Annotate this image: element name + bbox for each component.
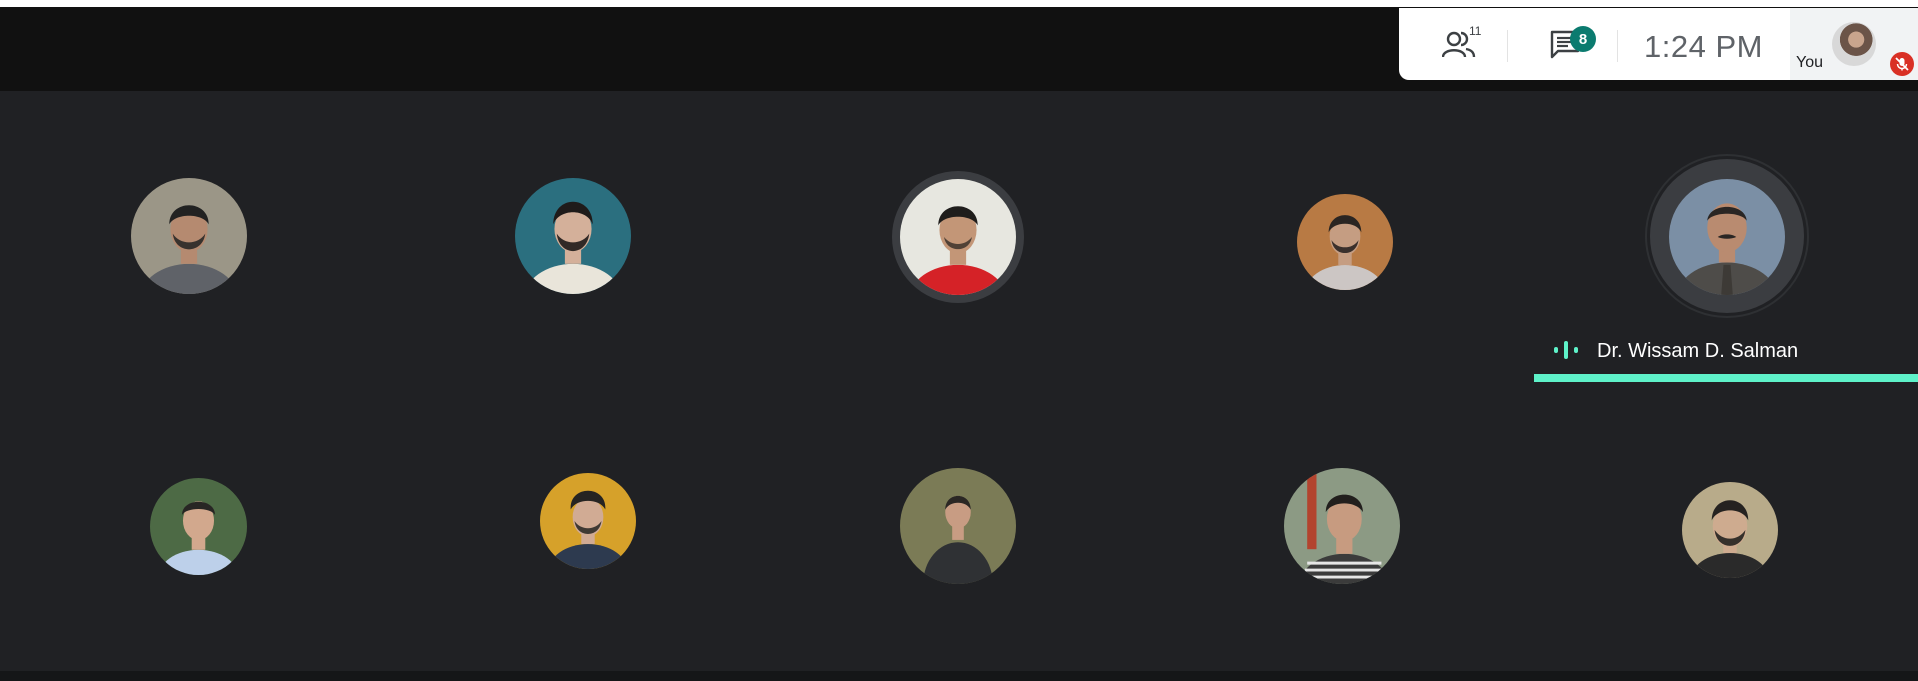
participant-avatar[interactable]: [1297, 194, 1393, 290]
participant-avatar[interactable]: [540, 473, 636, 569]
bottom-bar: [0, 671, 1918, 681]
participant-photo: [540, 473, 636, 569]
header-divider: [1507, 30, 1508, 62]
self-label: You: [1796, 54, 1823, 71]
header-divider: [1617, 30, 1618, 62]
participant-avatar[interactable]: [900, 468, 1016, 584]
chat-button[interactable]: 8: [1535, 22, 1596, 66]
participant-avatar[interactable]: [150, 478, 247, 575]
participant-avatar[interactable]: [1284, 468, 1400, 584]
participant-photo: [515, 178, 631, 294]
participant-photo: [1297, 194, 1393, 290]
top-strip: [0, 0, 1918, 7]
participant-photo: [1669, 179, 1785, 295]
chat-unread-badge: 8: [1570, 26, 1596, 52]
self-mic-status: [1890, 52, 1914, 76]
meeting-clock: 1:24 PM: [1644, 29, 1763, 64]
speaking-indicator-icon: [1554, 341, 1578, 359]
participant-avatar[interactable]: [1682, 482, 1778, 578]
participant-photo: [1284, 468, 1400, 584]
active-speaker-avatar[interactable]: [1669, 179, 1785, 295]
self-avatar: [1832, 22, 1876, 66]
participant-avatar[interactable]: [900, 179, 1016, 295]
self-view-tile[interactable]: You: [1790, 8, 1918, 80]
participant-photo: [150, 478, 247, 575]
meeting-header-panel: 11 8 1:24 PM You: [1399, 8, 1918, 80]
participant-photo: [1682, 482, 1778, 578]
participant-photo: [900, 468, 1016, 584]
mic-off-icon: [1895, 57, 1909, 71]
participant-avatar[interactable]: [131, 178, 247, 294]
participant-photo: [131, 178, 247, 294]
participant-photo: [900, 179, 1016, 295]
active-speaker-name: Dr. Wissam D. Salman: [1597, 340, 1799, 362]
active-speaker-label: Dr. Wissam D. Salman: [1534, 326, 1918, 386]
participant-avatar[interactable]: [515, 178, 631, 294]
people-button[interactable]: 11: [1429, 22, 1489, 66]
people-count: 11: [1469, 24, 1482, 38]
photo-pillar: [1307, 468, 1317, 550]
speaking-underline: [1534, 374, 1918, 382]
